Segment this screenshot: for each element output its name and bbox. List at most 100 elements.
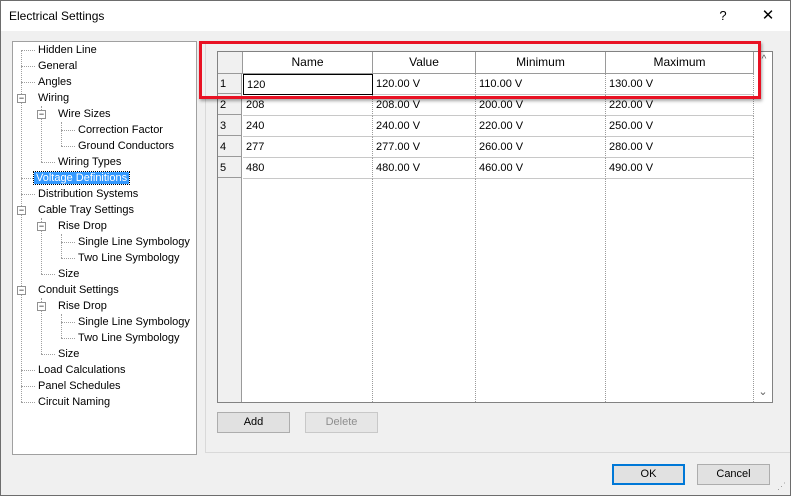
cell-minimum[interactable]: 220.00 V [476, 116, 606, 137]
tree-item-distribution-systems[interactable]: Distribution Systems [36, 186, 140, 202]
cell-name[interactable]: 120 [243, 74, 373, 95]
cell-value[interactable]: 480.00 V [373, 158, 476, 179]
tree-branch [21, 178, 35, 179]
cell-minimum[interactable]: 460.00 V [476, 158, 606, 179]
row-number[interactable]: 3 [218, 116, 242, 136]
tree-item-ground-conductors[interactable]: Ground Conductors [76, 138, 176, 154]
scroll-down-icon[interactable]: ⌄ [756, 385, 770, 399]
cell-maximum[interactable]: 280.00 V [606, 137, 754, 158]
column-header-name[interactable]: Name [243, 52, 373, 74]
column-header-value[interactable]: Value [373, 52, 476, 74]
tree-item-label: Conduit Settings [38, 284, 119, 296]
wire-sizes-collapse-icon[interactable]: − [37, 110, 46, 119]
add-button[interactable]: Add [217, 412, 290, 433]
tree-item-wiring-types[interactable]: Wiring Types [56, 154, 123, 170]
cancel-button[interactable]: Cancel [697, 464, 770, 485]
row-number[interactable]: 5 [218, 158, 242, 178]
conduit-collapse-icon[interactable]: − [17, 286, 26, 295]
tree-item-cable-tray-size[interactable]: Size [56, 266, 81, 282]
tree-item-wiring[interactable]: Wiring [36, 90, 71, 106]
voltage-definitions-table[interactable]: Name Value Minimum Maximum 1 120 120.00 … [217, 51, 773, 403]
tree-item-label: Two Line Symbology [78, 332, 180, 344]
cell-minimum[interactable]: 260.00 V [476, 137, 606, 158]
tree-item-panel-schedules[interactable]: Panel Schedules [36, 378, 123, 394]
tree-wiresizes-line [61, 122, 62, 146]
scroll-up-icon[interactable]: ^ [759, 54, 769, 66]
tree-branch [21, 386, 35, 387]
tree-item-label: Wire Sizes [58, 108, 111, 120]
tree-item-cable-tray-two-line[interactable]: Two Line Symbology [76, 250, 182, 266]
tree-item-label: Two Line Symbology [78, 252, 180, 264]
cell-value[interactable]: 120.00 V [373, 74, 476, 95]
panel-separator [205, 41, 206, 453]
cell-minimum[interactable]: 200.00 V [476, 95, 606, 116]
cell-maximum[interactable]: 220.00 V [606, 95, 754, 116]
tree-branch [41, 354, 55, 355]
cell-name[interactable]: 208 [243, 95, 373, 116]
row-number[interactable]: 1 [218, 74, 242, 94]
cable-tray-rise-drop-collapse-icon[interactable]: − [37, 222, 46, 231]
tree-item-conduit-single-line[interactable]: Single Line Symbology [76, 314, 192, 330]
cell-name[interactable]: 480 [243, 158, 373, 179]
tree-item-circuit-naming[interactable]: Circuit Naming [36, 394, 112, 410]
resize-grip-icon[interactable]: ⋰ [777, 481, 789, 493]
column-divider [605, 179, 606, 402]
settings-tree[interactable]: − − − − − − Hidden Line General Angles W… [12, 41, 197, 455]
tree-item-wire-sizes[interactable]: Wire Sizes [56, 106, 113, 122]
cell-minimum[interactable]: 110.00 V [476, 74, 606, 95]
tree-item-general[interactable]: General [36, 58, 79, 74]
column-header-minimum[interactable]: Minimum [476, 52, 606, 74]
tree-cabletray-risedrop-line [61, 234, 62, 258]
cell-value[interactable]: 240.00 V [373, 116, 476, 137]
tree-item-label: Voltage Definitions [32, 171, 131, 185]
tree-branch [21, 194, 35, 195]
tree-branch [61, 322, 75, 323]
table-corner [218, 52, 243, 74]
tree-item-label: Rise Drop [58, 300, 107, 312]
tree-branch [21, 82, 35, 83]
column-divider [475, 179, 476, 402]
column-header-maximum[interactable]: Maximum [606, 52, 754, 74]
cell-name[interactable]: 240 [243, 116, 373, 137]
tree-item-label: General [38, 60, 78, 72]
tree-item-label: Angles [38, 76, 72, 88]
tree-item-load-calculations[interactable]: Load Calculations [36, 362, 127, 378]
help-button[interactable]: ? [713, 5, 733, 27]
cell-value[interactable]: 208.00 V [373, 95, 476, 116]
wiring-collapse-icon[interactable]: − [17, 94, 26, 103]
tree-item-hidden-line[interactable]: Hidden Line [36, 42, 99, 58]
cell-name[interactable]: 277 [243, 137, 373, 158]
tree-item-conduit-rise-drop[interactable]: Rise Drop [56, 298, 109, 314]
tree-item-label: Load Calculations [38, 364, 126, 376]
tree-item-label: Single Line Symbology [78, 236, 190, 248]
tree-item-label: Distribution Systems [38, 188, 139, 200]
delete-button[interactable]: Delete [305, 412, 378, 433]
cell-value[interactable]: 277.00 V [373, 137, 476, 158]
tree-item-conduit-settings[interactable]: Conduit Settings [36, 282, 121, 298]
tree-conduit-risedrop-line [61, 314, 62, 338]
column-divider [372, 179, 373, 402]
tree-item-label: Size [58, 348, 80, 360]
cell-maximum[interactable]: 490.00 V [606, 158, 754, 179]
close-button[interactable]: ✕ [757, 5, 779, 27]
tree-item-cable-tray-settings[interactable]: Cable Tray Settings [36, 202, 136, 218]
tree-branch [21, 402, 35, 403]
tree-item-label: Rise Drop [58, 220, 107, 232]
tree-item-conduit-size[interactable]: Size [56, 346, 81, 362]
tree-item-label: Circuit Naming [38, 396, 111, 408]
tree-branch [61, 338, 75, 339]
tree-item-conduit-two-line[interactable]: Two Line Symbology [76, 330, 182, 346]
tree-item-correction-factor[interactable]: Correction Factor [76, 122, 165, 138]
tree-item-label: Size [58, 268, 80, 280]
ok-button[interactable]: OK [612, 464, 685, 485]
tree-item-voltage-definitions[interactable]: Voltage Definitions [32, 170, 131, 186]
row-number[interactable]: 4 [218, 137, 242, 157]
cell-maximum[interactable]: 130.00 V [606, 74, 754, 95]
cell-maximum[interactable]: 250.00 V [606, 116, 754, 137]
conduit-rise-drop-collapse-icon[interactable]: − [37, 302, 46, 311]
cable-tray-collapse-icon[interactable]: − [17, 206, 26, 215]
tree-item-cable-tray-single-line[interactable]: Single Line Symbology [76, 234, 192, 250]
tree-item-cable-tray-rise-drop[interactable]: Rise Drop [56, 218, 109, 234]
tree-item-angles[interactable]: Angles [36, 74, 74, 90]
row-number[interactable]: 2 [218, 95, 242, 115]
